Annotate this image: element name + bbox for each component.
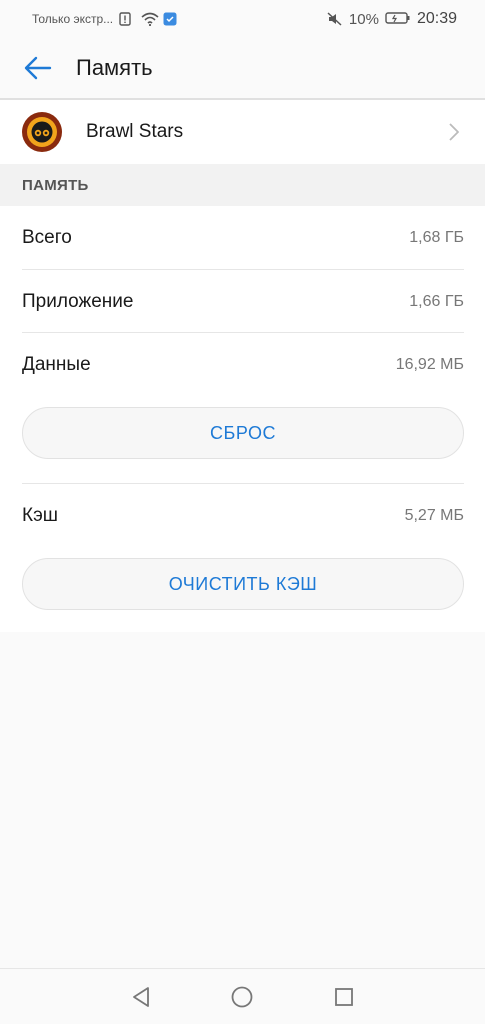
triangle-back-icon [132,986,149,1007]
chevron-right-icon [449,123,459,141]
storage-total-row: Всего 1,68 ГБ [22,206,464,269]
sim-alert-icon [119,12,135,26]
battery-percent: 10% [348,10,379,28]
app-name: Brawl Stars [86,121,184,142]
storage-cache-label: Кэш [22,504,59,526]
storage-data-value: 16,92 МБ [395,355,464,373]
circle-home-icon [232,986,253,1007]
system-nav-bar [0,968,485,1024]
nav-recents-button[interactable] [324,977,364,1017]
storage-cache-row: Кэш 5,27 МБ [22,484,464,547]
nav-back-button[interactable] [121,977,161,1017]
reset-button[interactable]: СБРОС [22,407,464,459]
storage-app-row: Приложение 1,66 ГБ [22,270,464,333]
arrow-back-icon [24,56,52,80]
storage-cache-value: 5,27 МБ [404,506,464,524]
storage-total-label: Всего [22,226,72,248]
carrier-label: Только экстр... [32,12,114,26]
section-header-storage: ПАМЯТЬ [0,164,485,206]
app-info-row[interactable]: Brawl Stars [0,100,485,164]
status-right: 10% 20:39 [327,10,457,28]
brawl-stars-app-icon [22,112,62,152]
battery-charging-icon [385,11,411,28]
notification-app-icon [163,12,179,26]
back-button[interactable] [18,48,58,88]
storage-data-label: Данные [22,353,91,375]
page-title: Память [76,55,153,80]
storage-app-label: Приложение [22,290,134,312]
clock: 20:39 [416,10,457,27]
storage-app-value: 1,66 ГБ [409,292,464,310]
status-left: Только экстр... [32,12,179,27]
storage-total-value: 1,68 ГБ [409,228,464,246]
storage-card: Всего 1,68 ГБ Приложение 1,66 ГБ Данные … [0,206,485,632]
wifi-icon [141,12,159,27]
app-bar: Память [0,38,485,100]
square-recents-icon [335,987,354,1006]
nav-home-button[interactable] [222,977,262,1017]
status-bar: Только экстр... 10% 20:39 [0,0,485,38]
storage-data-row: Данные 16,92 МБ [22,333,464,396]
clear-cache-button[interactable]: ОЧИСТИТЬ КЭШ [22,558,464,610]
mute-icon [327,12,343,26]
